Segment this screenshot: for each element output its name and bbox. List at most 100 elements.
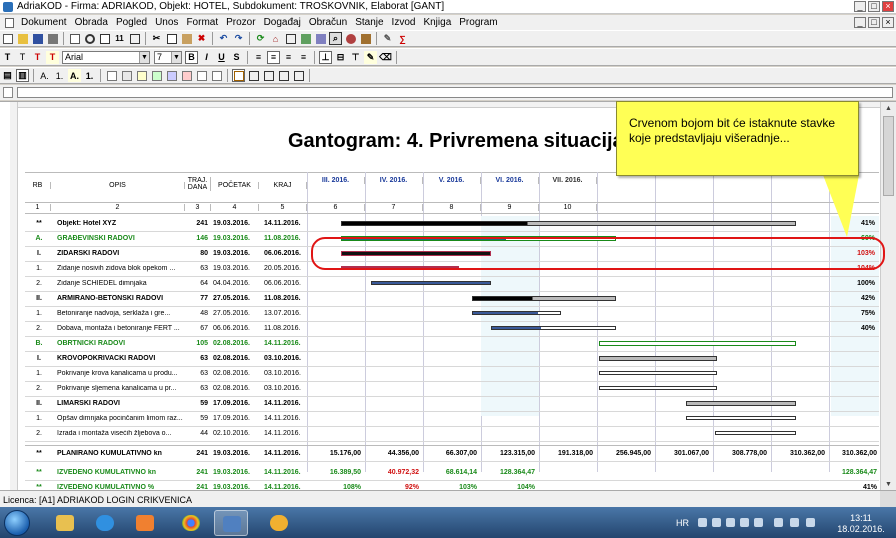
menu-format[interactable]: Format xyxy=(182,17,222,28)
new-document-button[interactable] xyxy=(1,32,14,45)
scroll-up-icon[interactable]: ▲ xyxy=(883,103,894,114)
table-row[interactable]: B. OBRTNIČKI RADOVI 105 02.08.2016. 14.11.20… xyxy=(25,337,879,352)
page-number-button[interactable]: 11 xyxy=(113,32,126,45)
print-button[interactable] xyxy=(46,32,59,45)
minimize-button[interactable]: _ xyxy=(854,1,866,12)
bold-button[interactable]: B xyxy=(185,50,198,64)
gantt-bar[interactable] xyxy=(598,371,717,375)
menu-obracun[interactable]: Obračun xyxy=(305,17,351,28)
table-row[interactable]: 1. Pokrivanje krova kanalicama u produ...… xyxy=(25,367,879,382)
table-row[interactable]: 2. Dobava, montaža i betoniranje FERT ...… xyxy=(25,322,879,337)
table-row[interactable]: I. KROVOPOKRIVAČKI RADOVI 63 02.08.2016. 03.… xyxy=(25,352,879,367)
valign-top-button[interactable]: ⊤ xyxy=(349,51,362,64)
taskbar-ie[interactable] xyxy=(88,510,122,536)
save-button[interactable] xyxy=(31,32,44,45)
tray-icon-5[interactable] xyxy=(754,518,763,527)
refresh-button[interactable]: ⟳ xyxy=(254,32,267,45)
volume-icon[interactable] xyxy=(806,518,815,527)
tools-icon[interactable]: ✎ xyxy=(381,32,394,45)
chevron-down-icon[interactable]: ▼ xyxy=(171,51,181,63)
font-size-select[interactable]: 7 ▼ xyxy=(154,50,182,64)
brush-button[interactable] xyxy=(359,32,372,45)
taskbar-explorer[interactable] xyxy=(48,510,82,536)
clock[interactable]: 13:11 18.02.2016. xyxy=(836,513,886,535)
menu-program[interactable]: Program xyxy=(455,17,501,28)
start-button[interactable] xyxy=(4,510,30,536)
stamp-button[interactable] xyxy=(344,32,357,45)
frame-icon-1[interactable] xyxy=(232,69,245,82)
grid-button[interactable] xyxy=(284,32,297,45)
italic-button[interactable]: I xyxy=(200,51,213,64)
pen-icon[interactable]: ✎ xyxy=(364,50,377,64)
network-icon[interactable] xyxy=(790,518,799,527)
eraser-icon[interactable]: ⌫ xyxy=(379,51,392,64)
menu-unos[interactable]: Unos xyxy=(151,17,182,28)
table-row[interactable]: 1. Betoniranje nadvoja, serklaža i gre...… xyxy=(25,307,879,322)
gantt-bar[interactable] xyxy=(685,416,797,420)
cut-icon[interactable]: ✂ xyxy=(150,32,163,45)
formula-icon[interactable]: ∑ xyxy=(396,32,409,45)
gantt-bar[interactable] xyxy=(598,341,797,346)
vertical-scrollbar[interactable]: ▲ ▼ xyxy=(880,102,896,491)
text-style-button-1[interactable]: T xyxy=(1,51,14,64)
gantt-bar[interactable] xyxy=(340,221,797,226)
sort-button[interactable] xyxy=(314,32,327,45)
list-alpha-bold-button[interactable]: A. xyxy=(68,69,81,82)
scroll-down-icon[interactable]: ▼ xyxy=(883,479,894,490)
menu-prozor[interactable]: Prozor xyxy=(222,17,259,28)
text-color-red-button[interactable]: T xyxy=(31,51,44,64)
open-folder-button[interactable] xyxy=(16,32,29,45)
text-color-button[interactable]: T xyxy=(46,50,59,64)
gantt-bar[interactable] xyxy=(598,386,717,390)
list-numeric-bold-button[interactable]: 1. xyxy=(83,69,96,82)
underline-button[interactable]: U xyxy=(215,51,228,64)
page-view-button[interactable] xyxy=(98,32,111,45)
cell-icon-7[interactable] xyxy=(195,69,208,82)
image-button[interactable] xyxy=(299,32,312,45)
gantt-bar[interactable] xyxy=(598,356,717,361)
gantt-bar[interactable] xyxy=(685,401,797,406)
cell-icon-3[interactable] xyxy=(135,69,148,82)
close-button[interactable]: × xyxy=(882,1,894,12)
cell-icon-2[interactable] xyxy=(120,69,133,82)
strike-button[interactable]: S xyxy=(230,51,243,64)
font-name-select[interactable]: Arial ▼ xyxy=(62,50,150,64)
frame-icon-5[interactable] xyxy=(292,69,305,82)
taskbar-adriakod[interactable] xyxy=(214,510,248,536)
taskbar-app[interactable] xyxy=(262,510,296,536)
table-row[interactable]: ** Objekt: Hotel XYZ 241 19.03.2016. 14.11.2… xyxy=(25,217,879,232)
table-row[interactable]: II. LIMARSKI RADOVI 59 17.09.2016. 14.11.201… xyxy=(25,397,879,412)
frame-icon-4[interactable] xyxy=(277,69,290,82)
cell-icon-5[interactable] xyxy=(165,69,178,82)
gantt-bar[interactable] xyxy=(471,296,616,301)
cell-icon-1[interactable] xyxy=(105,69,118,82)
table-row[interactable]: 2. Izrada i montaža visećih žljebova o...… xyxy=(25,427,879,442)
delete-button[interactable]: ✖ xyxy=(195,32,208,45)
document-icon[interactable] xyxy=(5,17,14,28)
frame-icon-2[interactable] xyxy=(247,69,260,82)
gantt-bar[interactable] xyxy=(490,326,616,330)
formula-input[interactable] xyxy=(17,87,893,98)
zoom-button[interactable] xyxy=(83,32,96,45)
list-alpha-button[interactable]: A. xyxy=(38,69,51,82)
valign-button[interactable]: ⊥ xyxy=(319,50,332,64)
copy-button[interactable] xyxy=(165,32,178,45)
tray-icon-1[interactable] xyxy=(698,518,707,527)
tray-icon-4[interactable] xyxy=(740,518,749,527)
menu-izvod[interactable]: Izvod xyxy=(388,17,420,28)
gantt-bar[interactable] xyxy=(370,281,491,285)
mdi-restore-button[interactable]: □ xyxy=(868,17,880,28)
tray-icon-6[interactable] xyxy=(774,518,783,527)
menu-obrada[interactable]: Obrada xyxy=(71,17,112,28)
cell-icon-8[interactable] xyxy=(210,69,223,82)
layout-icon-2[interactable]: ▥ xyxy=(16,69,29,82)
totals-row[interactable]: ** PLANIRANO KUMULATIVNO kn 241 19.03.2016.… xyxy=(25,447,879,462)
align-right-icon[interactable]: ≡ xyxy=(282,51,295,64)
home-icon[interactable]: ⌂ xyxy=(269,32,282,45)
table-row[interactable]: 2. Pokrivanje sljemena kanalicama u pr...… xyxy=(25,382,879,397)
redo-button[interactable]: ↷ xyxy=(232,32,245,45)
two-pages-button[interactable] xyxy=(128,32,141,45)
search-icon[interactable]: ⌕ xyxy=(329,32,342,45)
align-justify-icon[interactable]: ≡ xyxy=(297,51,310,64)
tray-icon-3[interactable] xyxy=(726,518,735,527)
